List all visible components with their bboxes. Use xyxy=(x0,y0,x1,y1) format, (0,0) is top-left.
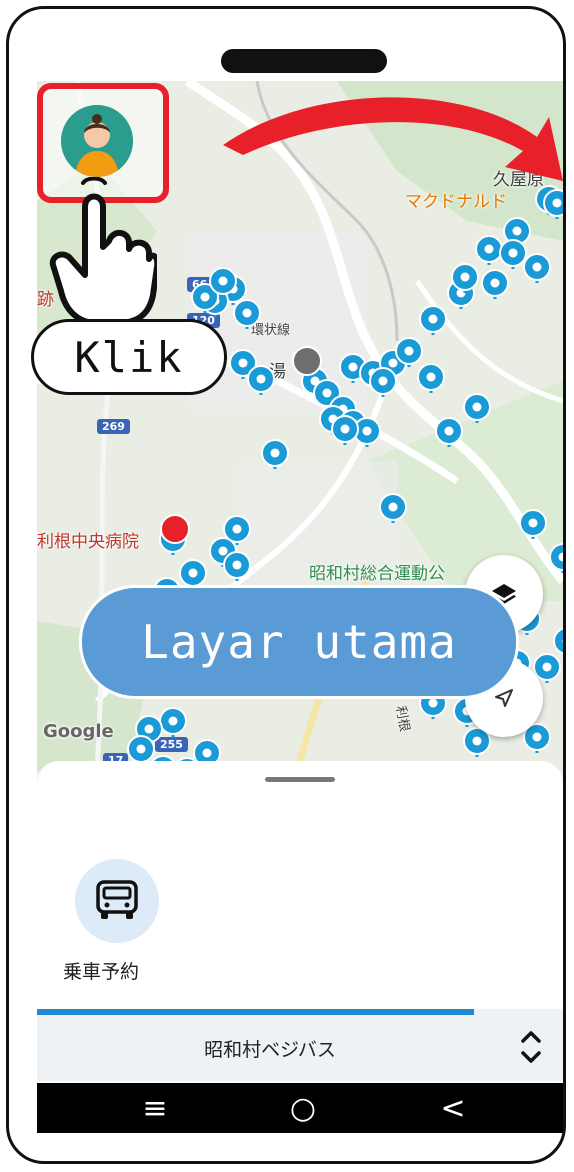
main-screen-callout: Layar utama xyxy=(79,585,519,699)
user-avatar-icon[interactable] xyxy=(61,105,133,177)
bus-stop-pin-icon[interactable] xyxy=(499,239,527,269)
bus-stop-pin-icon[interactable] xyxy=(369,367,397,397)
home-icon[interactable]: ○ xyxy=(263,1083,343,1133)
bus-stop-pin-icon[interactable] xyxy=(481,269,509,299)
map-marker-icon[interactable] xyxy=(292,346,322,376)
menu-icon[interactable]: ≡ xyxy=(115,1083,195,1133)
bus-stop-pin-icon[interactable] xyxy=(523,253,551,283)
bus-stop-pin-icon[interactable] xyxy=(247,365,275,395)
route-selector[interactable]: 昭和村ベジバス xyxy=(37,1015,563,1081)
ride-reservation-label: 乗車予約 xyxy=(63,961,140,983)
bus-stop-pin-icon[interactable] xyxy=(435,417,463,447)
phone-notch xyxy=(221,49,387,73)
route-name: 昭和村ベジバス xyxy=(204,1039,336,1061)
bus-stop-pin-icon[interactable] xyxy=(475,235,503,265)
bus-stop-pin-icon[interactable] xyxy=(233,299,261,329)
map-marker-icon[interactable] xyxy=(160,514,190,544)
expand-collapse-icon[interactable] xyxy=(517,1025,545,1069)
phone-frame: 久屋原 マクドナルド 環状線 湯 利根中央病院 昭和村総合運動公 跡 利根 66… xyxy=(6,6,566,1164)
bus-stop-pin-icon[interactable] xyxy=(159,707,187,737)
bus-stop-pin-icon[interactable] xyxy=(331,415,359,445)
bus-stop-pin-icon[interactable] xyxy=(549,543,563,573)
back-icon[interactable]: < xyxy=(413,1083,493,1133)
google-attribution: Google xyxy=(43,721,114,742)
bus-icon xyxy=(96,880,138,919)
system-navigation-bar: ≡ ○ < xyxy=(37,1083,563,1133)
curved-arrow-icon xyxy=(223,97,563,181)
bus-stop-pin-icon[interactable] xyxy=(553,627,563,657)
sheet-drag-handle[interactable] xyxy=(265,777,335,782)
bus-stop-pin-icon[interactable] xyxy=(519,509,547,539)
bus-stop-pin-icon[interactable] xyxy=(417,363,445,393)
bus-stop-pin-icon[interactable] xyxy=(261,439,289,469)
bus-stop-pin-icon[interactable] xyxy=(419,305,447,335)
bus-stop-pin-icon[interactable] xyxy=(223,551,251,581)
bottom-sheet[interactable]: 乗車予約 昭和村ベジバス xyxy=(37,761,563,1133)
ride-reservation-button[interactable] xyxy=(75,859,159,943)
pointing-hand-icon xyxy=(49,177,157,326)
bus-stop-pin-icon[interactable] xyxy=(463,393,491,423)
bus-stop-pin-icon[interactable] xyxy=(379,493,407,523)
click-callout: Klik xyxy=(31,319,227,395)
navigation-arrow-icon xyxy=(495,689,513,707)
